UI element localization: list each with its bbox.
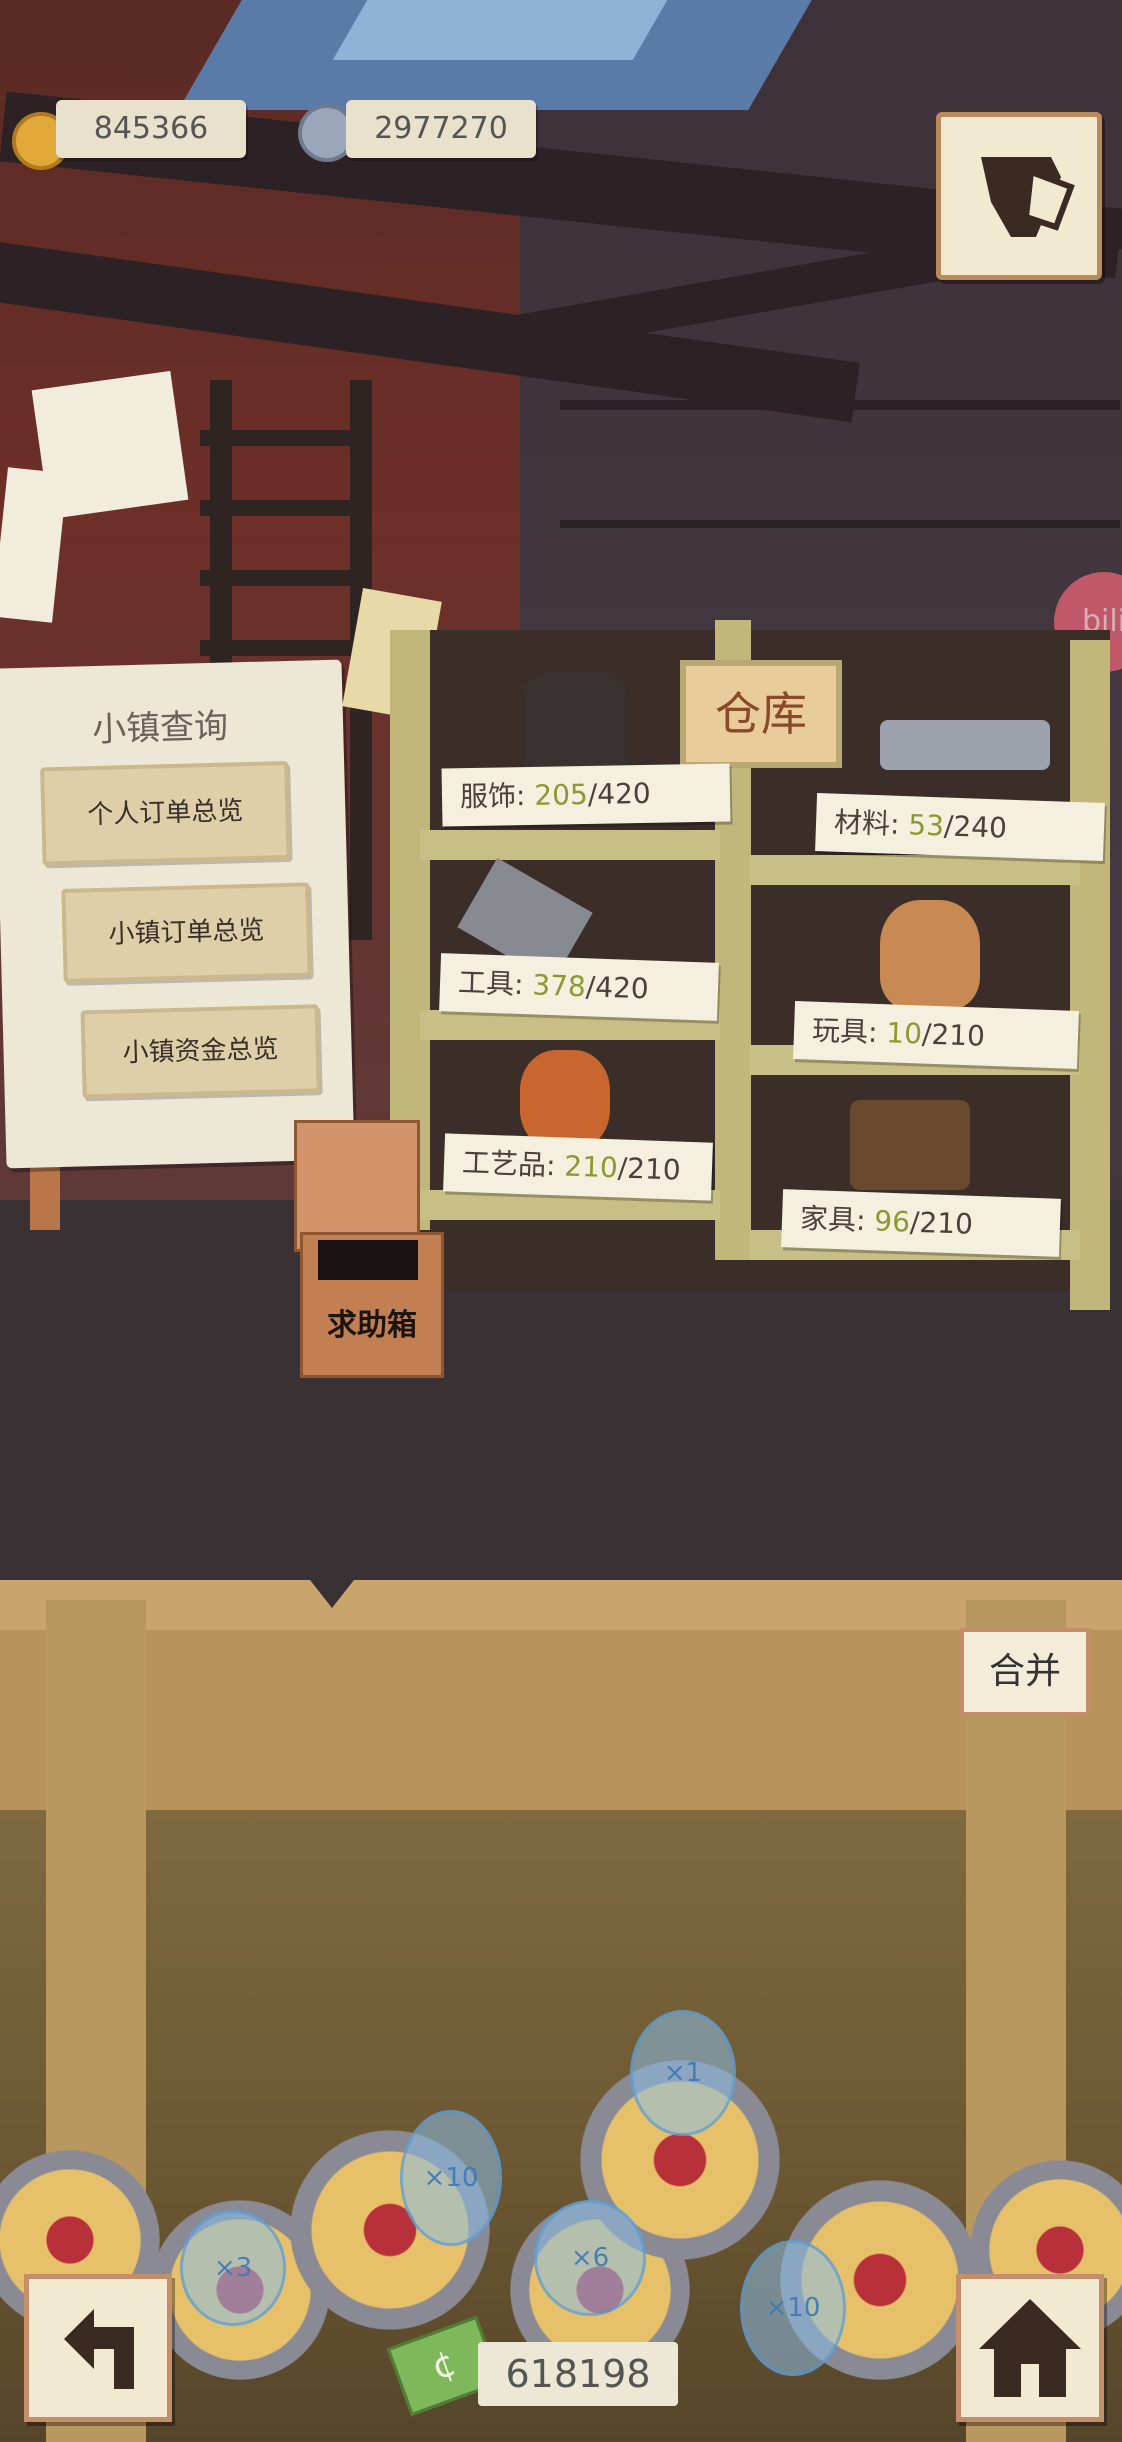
slot-count: 205 (534, 777, 589, 812)
multiplier-bubble: ×10 (400, 2110, 502, 2246)
town-inquiry-board: 小镇查询 个人订单总览 小镇订单总览 小镇资金总览 (0, 659, 355, 1169)
medal-count: 845366 (56, 100, 246, 158)
multiplier-bubble: ×1 (630, 2010, 736, 2136)
multiplier-bubble: ×6 (534, 2200, 646, 2316)
slot-tools[interactable]: 工具: 378/420 (439, 953, 719, 1021)
wall-line (560, 520, 1120, 528)
exit-button[interactable] (936, 112, 1102, 280)
slot-capacity: /420 (587, 776, 651, 811)
slot-name: 服饰: (459, 779, 526, 814)
slot-name: 工具: (457, 965, 525, 1002)
ladder-rung (200, 430, 370, 446)
slot-toys[interactable]: 玩具: 10/210 (793, 1001, 1079, 1069)
ladder-rung (200, 640, 370, 656)
skylight-glass (332, 0, 668, 60)
slot-materials[interactable]: 材料: 53/240 (815, 792, 1105, 862)
slot-count: 10 (885, 1016, 923, 1051)
help-box-label: 求助箱 (327, 1308, 417, 1343)
slot-name: 工艺品: (461, 1145, 557, 1183)
pointer-notch (310, 1580, 354, 1608)
wall-line (560, 400, 1120, 410)
slot-count: 210 (563, 1149, 619, 1185)
rabbit-icon (880, 900, 980, 1010)
shelf-plank (420, 830, 720, 860)
silver-count: 2977270 (346, 100, 536, 158)
house-icon (979, 2299, 1081, 2397)
money-count: 618198 (478, 2342, 678, 2406)
slot-count: 53 (907, 808, 945, 843)
slot-capacity: /420 (585, 970, 650, 1006)
slot-clothing[interactable]: 服饰: 205/420 (441, 763, 731, 827)
town-orders-button[interactable]: 小镇订单总览 (61, 882, 312, 983)
slot-capacity: /210 (909, 1205, 974, 1241)
ladder-rung (200, 570, 370, 586)
town-funds-button[interactable]: 小镇资金总览 (80, 1004, 321, 1099)
suit-icon (525, 672, 625, 772)
multiplier-bubble: ×10 (740, 2240, 846, 2376)
slot-name: 家具: (799, 1201, 867, 1238)
slot-count: 96 (873, 1204, 911, 1239)
exit-door-icon (981, 157, 1075, 237)
slot-capacity: /210 (617, 1151, 682, 1187)
bolt-icon (880, 720, 1050, 770)
board-title: 小镇查询 (91, 706, 229, 751)
slot-count: 378 (531, 968, 587, 1004)
furniture-icon (850, 1100, 970, 1190)
slot-crafts[interactable]: 工艺品: 210/210 (443, 1133, 713, 1201)
warehouse-sign: 仓库 (680, 660, 842, 768)
personal-orders-button[interactable]: 个人订单总览 (40, 760, 291, 866)
ladder-rung (200, 500, 370, 516)
bin-rim-inner (0, 1630, 1122, 1810)
slot-name: 材料: (833, 805, 901, 841)
back-arrow-icon (64, 2309, 134, 2389)
home-button[interactable] (956, 2274, 1104, 2422)
merge-button[interactable]: 合并 (960, 1628, 1090, 1716)
slot-name: 玩具: (811, 1013, 879, 1049)
slot-furniture[interactable]: 家具: 96/210 (781, 1189, 1061, 1257)
multiplier-bubble: ×3 (180, 2210, 286, 2326)
totem-icon (520, 1050, 610, 1150)
shelf-post (1070, 640, 1110, 1310)
back-button[interactable] (24, 2274, 172, 2422)
help-box-opening (318, 1240, 418, 1280)
slot-capacity: /240 (943, 809, 1008, 845)
slot-capacity: /210 (921, 1017, 986, 1053)
shelf-plank (750, 855, 1080, 885)
